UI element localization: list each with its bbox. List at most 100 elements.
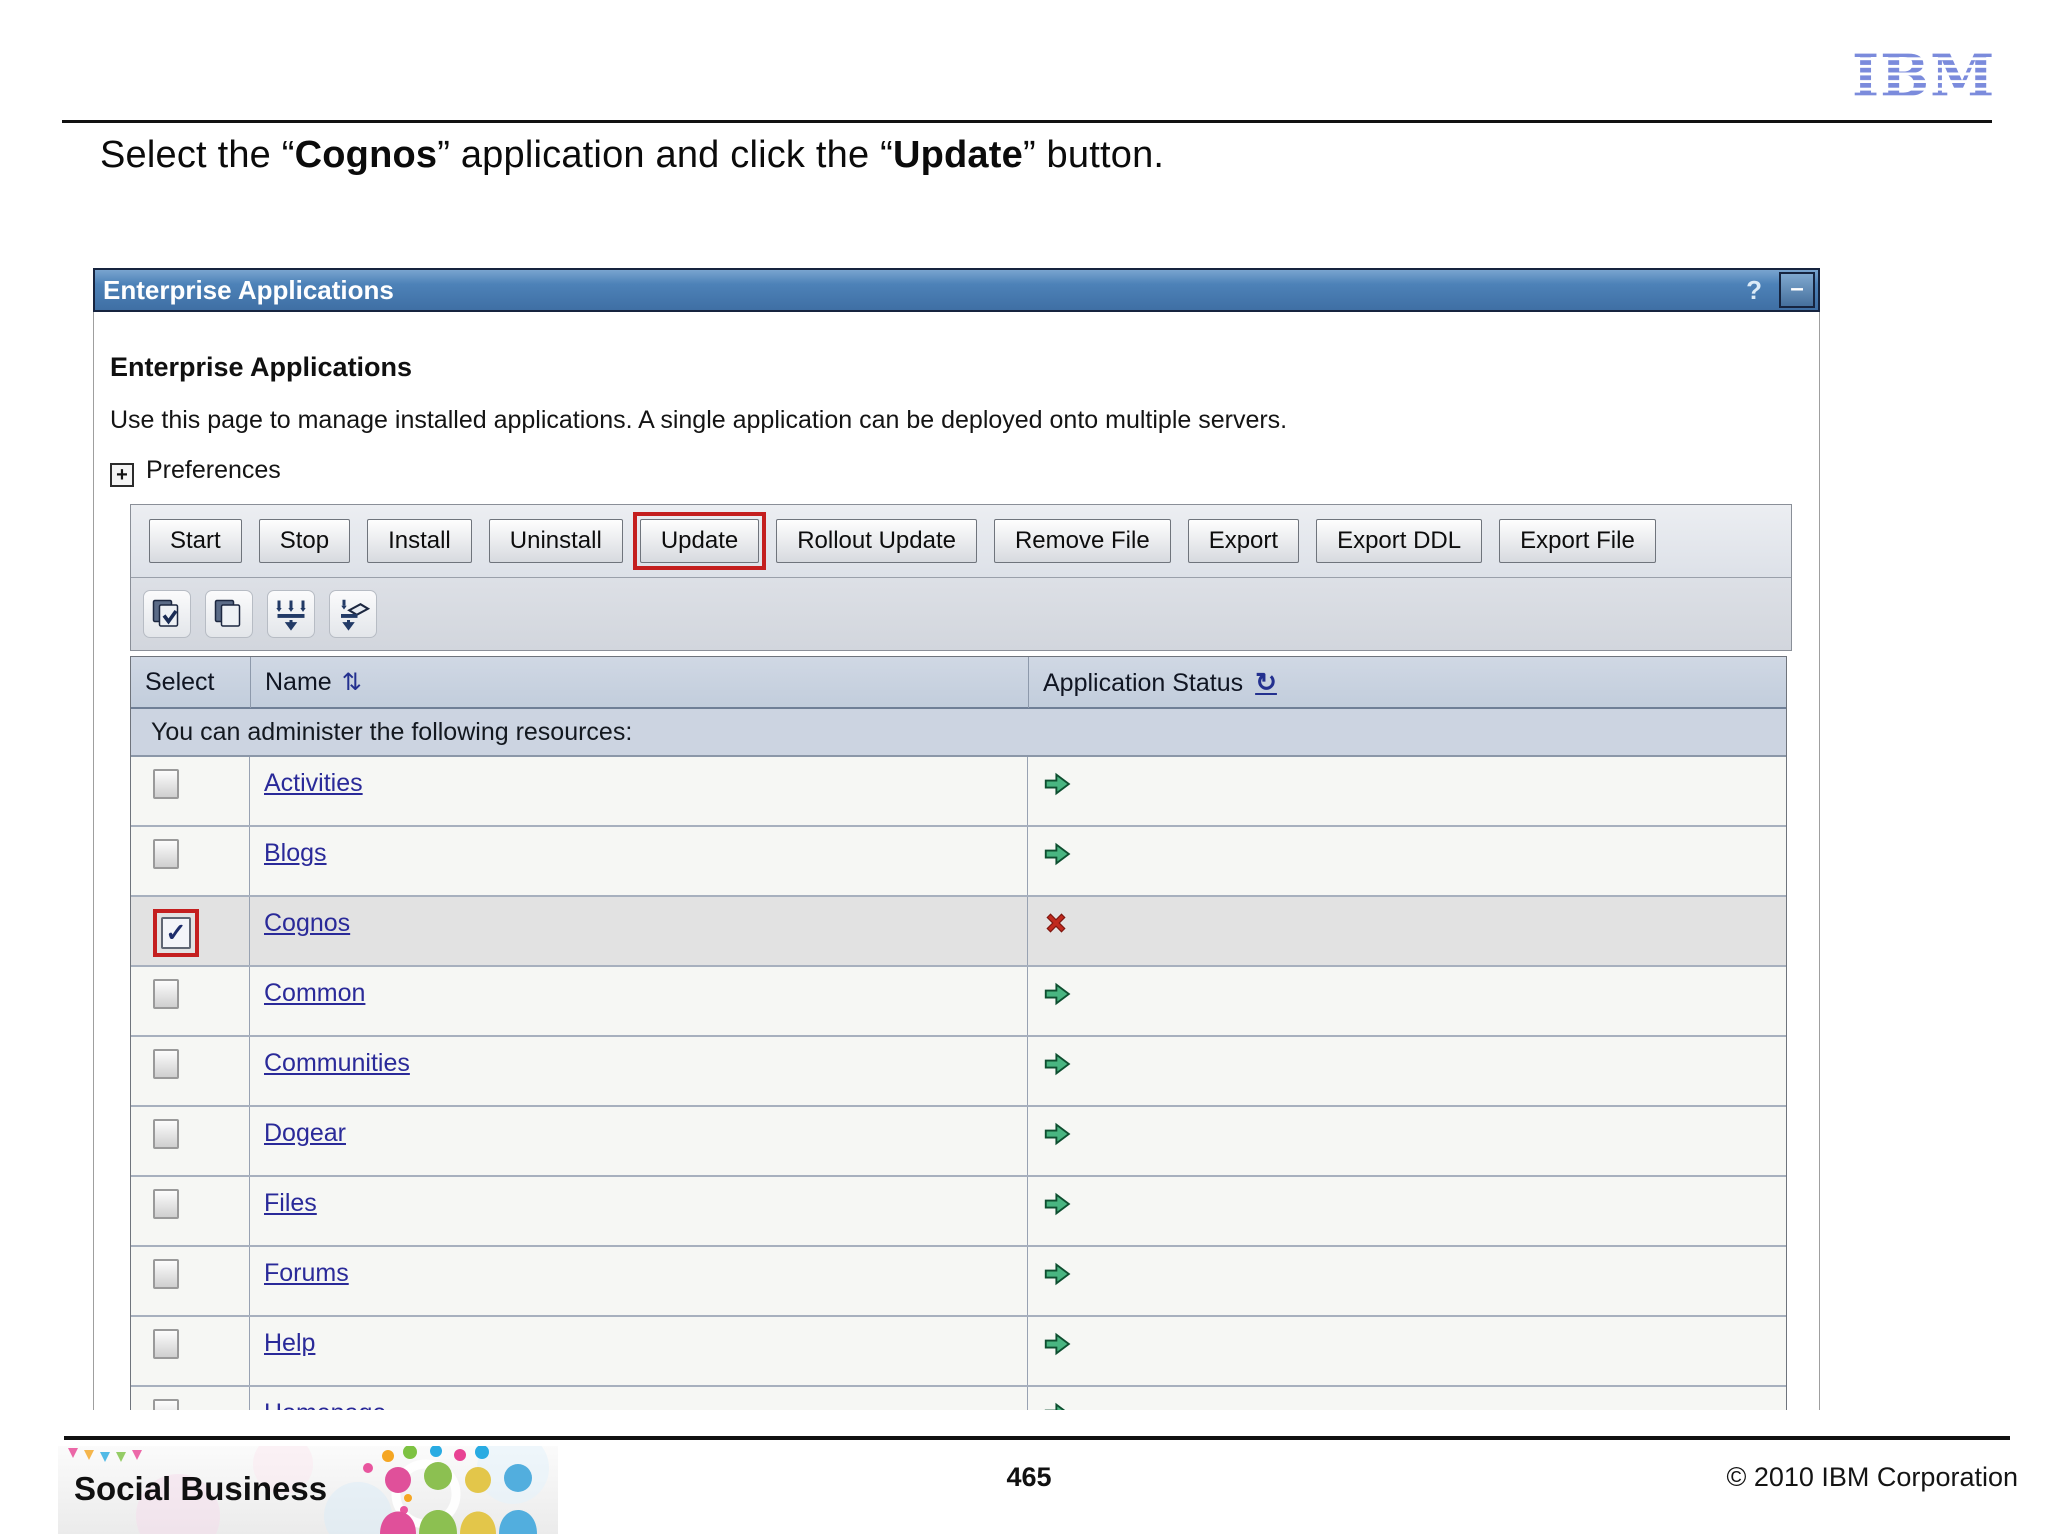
refresh-status-icon[interactable]: ↻ <box>1255 667 1277 697</box>
name-cell-cognos: Cognos <box>250 897 1028 965</box>
app-link-homepage[interactable]: Homepage <box>264 1399 386 1410</box>
app-link-blogs[interactable]: Blogs <box>264 839 327 867</box>
status-started-icon <box>1042 1332 1072 1363</box>
toolbar-button-holder-remove-file: Remove File <box>993 519 1171 563</box>
checkbox-wrap <box>153 769 179 799</box>
row-checkbox-cognos[interactable]: ✓ <box>161 917 191 949</box>
app-link-cognos[interactable]: Cognos <box>264 909 350 937</box>
column-header-status: Application Status ↻ <box>1028 657 1786 708</box>
hide-filter-icon[interactable] <box>329 590 377 638</box>
app-link-activities[interactable]: Activities <box>264 769 363 797</box>
select-cell-forums <box>131 1247 250 1315</box>
header-divider <box>62 120 1992 123</box>
app-link-files[interactable]: Files <box>264 1189 317 1217</box>
toolbar-button-rollout-update[interactable]: Rollout Update <box>776 519 977 563</box>
status-cell-activities <box>1027 757 1786 825</box>
select-cell-cognos: ✓ <box>131 897 250 965</box>
row-checkbox-files[interactable] <box>153 1189 179 1219</box>
row-checkbox-forums[interactable] <box>153 1259 179 1289</box>
select-cell-help <box>131 1317 250 1385</box>
name-cell-help: Help <box>250 1317 1028 1385</box>
app-link-dogear[interactable]: Dogear <box>264 1119 346 1147</box>
checkbox-wrap <box>153 839 179 869</box>
panel-heading: Enterprise Applications <box>110 352 413 382</box>
status-started-icon <box>1042 842 1072 873</box>
row-checkbox-help[interactable] <box>153 1329 179 1359</box>
app-link-common[interactable]: Common <box>264 979 365 1007</box>
table-row-activities: Activities <box>131 757 1786 827</box>
toolbar-button-uninstall[interactable]: Uninstall <box>488 519 623 563</box>
status-cell-forums <box>1027 1247 1786 1315</box>
row-checkbox-homepage[interactable] <box>153 1399 179 1410</box>
copyright: © 2010 IBM Corporation <box>1726 1462 2018 1492</box>
status-cell-homepage <box>1027 1387 1786 1410</box>
banner-title: Social Business <box>74 1470 328 1507</box>
toolbar-button-holder-rollout-update: Rollout Update <box>776 519 977 563</box>
status-cell-blogs <box>1027 827 1786 895</box>
app-link-forums[interactable]: Forums <box>264 1259 349 1287</box>
toolbar: Start Stop Install Uninstall Update Rollout U… <box>130 504 1792 651</box>
row-checkbox-activities[interactable] <box>153 769 179 799</box>
row-checkbox-dogear[interactable] <box>153 1119 179 1149</box>
name-cell-dogear: Dogear <box>250 1107 1028 1175</box>
checkbox-wrap <box>153 1119 179 1149</box>
checkbox-wrap <box>153 979 179 1009</box>
select-cell-homepage <box>131 1387 250 1410</box>
show-filter-icon[interactable] <box>267 590 315 638</box>
app-link-communities[interactable]: Communities <box>264 1049 410 1077</box>
status-started-icon <box>1042 1262 1072 1293</box>
status-cell-cognos <box>1027 897 1786 965</box>
toolbar-button-holder-export-ddl: Export DDL <box>1316 519 1483 563</box>
row-checkbox-communities[interactable] <box>153 1049 179 1079</box>
expand-plus-icon[interactable]: + <box>110 463 134 487</box>
toolbar-buttons: Start Stop Install Uninstall Update Rollout U… <box>131 505 1791 578</box>
social-business-banner: Social Business <box>58 1432 558 1539</box>
panel-description: Use this page to manage installed applic… <box>110 406 1288 434</box>
toolbar-button-update[interactable]: Update <box>639 519 760 563</box>
window-title: Enterprise Applications <box>103 275 394 305</box>
toolbar-button-stop[interactable]: Stop <box>258 519 351 563</box>
toolbar-button-export-ddl[interactable]: Export DDL <box>1316 519 1483 563</box>
table-row-dogear: Dogear <box>131 1107 1786 1177</box>
preferences-label: Preferences <box>146 456 281 484</box>
status-started-icon <box>1042 1192 1072 1223</box>
title-text: ” application and click the “ <box>437 134 893 176</box>
toolbar-button-remove-file[interactable]: Remove File <box>993 519 1171 563</box>
svg-text:IBM: IBM <box>1852 42 1995 108</box>
table-action-icons <box>131 578 1791 650</box>
toolbar-button-holder-update: Update <box>632 512 767 570</box>
select-cell-blogs <box>131 827 250 895</box>
help-icon[interactable]: ? <box>1746 275 1762 306</box>
name-cell-files: Files <box>250 1177 1028 1245</box>
status-cell-common <box>1027 967 1786 1035</box>
sort-icon[interactable]: ⇅ <box>342 669 362 696</box>
select-all-icon[interactable] <box>143 590 191 638</box>
deselect-all-icon[interactable] <box>205 590 253 638</box>
ibm-logo: IBM <box>1852 42 1995 108</box>
row-checkbox-common[interactable] <box>153 979 179 1009</box>
select-cell-files <box>131 1177 250 1245</box>
table-row-cognos: ✓ Cognos <box>131 897 1786 967</box>
table-row-help: Help <box>131 1317 1786 1387</box>
row-checkbox-blogs[interactable] <box>153 839 179 869</box>
table-row-communities: Communities <box>131 1037 1786 1107</box>
status-cell-files <box>1027 1177 1786 1245</box>
checkbox-wrap <box>153 1329 179 1359</box>
page-number: 465 <box>1006 1462 1052 1492</box>
toolbar-button-install[interactable]: Install <box>367 519 472 563</box>
table-header-row: Select Name ⇅ Application Status ↻ <box>131 657 1786 709</box>
status-cell-dogear <box>1027 1107 1786 1175</box>
column-header-select: Select <box>145 668 215 696</box>
footer-divider <box>64 1436 2010 1440</box>
toolbar-button-start[interactable]: Start <box>149 519 242 563</box>
minimize-icon[interactable]: – <box>1779 272 1815 308</box>
toolbar-button-export[interactable]: Export <box>1187 519 1300 563</box>
table-row-files: Files <box>131 1177 1786 1247</box>
toolbar-button-export-file[interactable]: Export File <box>1499 519 1656 563</box>
preferences-toggle[interactable]: + Preferences <box>110 456 281 487</box>
select-cell-communities <box>131 1037 250 1105</box>
app-link-help[interactable]: Help <box>264 1329 315 1357</box>
checkbox-wrap <box>153 1049 179 1079</box>
status-cell-help <box>1027 1317 1786 1385</box>
select-cell-dogear <box>131 1107 250 1175</box>
